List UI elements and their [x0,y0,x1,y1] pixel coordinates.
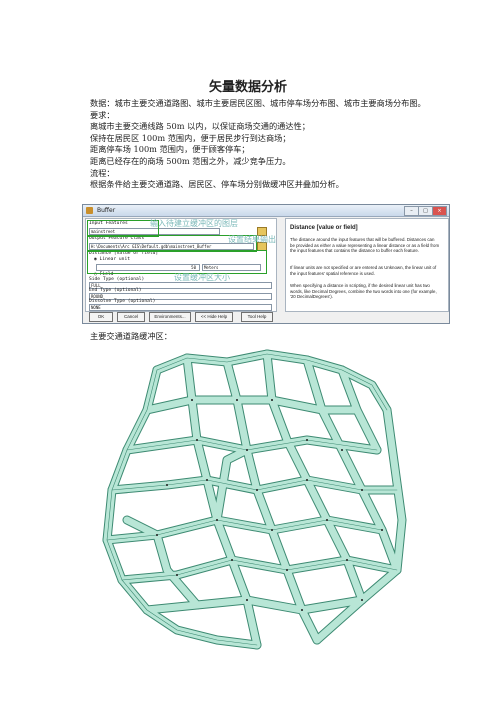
body-text: 数据：城市主要交通道路图、城市主要居民区图、城市停车场分布图、城市主要商场分布图… [90,98,450,191]
help-paragraph: When specifying a distance in scripting,… [290,283,437,300]
ok-button[interactable]: OK [89,312,113,322]
cancel-button[interactable]: Cancel [117,312,145,322]
text-line: 离城市主要交通线路 50m 以内，以保证商场交通的通达性； [90,121,310,132]
dialog-titlebar: Buffer – □ × [83,205,449,217]
text-line: 根据条件给主要交通道路、居民区、停车场分别做缓冲区并叠加分析。 [90,179,344,190]
dialog-title: Buffer [97,207,116,214]
environments-button[interactable]: Environments... [149,312,191,322]
annotation-input: 输入待建立缓冲区的图层 [150,219,238,228]
help-paragraph: The distance around the input features t… [290,237,440,254]
text-line: 数据：城市主要交通道路图、城市主要居民区图、城市停车场分布图、城市主要商场分布图… [90,98,426,108]
buffer-polygons [102,349,407,650]
road-vertex-points [156,399,383,611]
page-title: 矢量数据分析 [208,80,287,95]
close-icon[interactable]: × [432,206,447,216]
minimize-icon[interactable]: – [404,206,419,216]
text-line: 流程： [90,167,115,178]
tool-help-button[interactable]: Tool Help [241,312,273,322]
help-panel: Distance [value or field] The distance a… [285,218,449,312]
hide-help-button[interactable]: << Hide Help [195,312,233,322]
maximize-icon[interactable]: □ [418,206,433,216]
parameters-panel: Input Features mainstreet Output Feature… [85,218,277,312]
annotation-distance: 设置缓冲区大小 [174,273,230,282]
text-line: 保持在居民区 100m 范围内，便于居民步行到达商场； [90,132,291,143]
road-buffer-map [102,349,407,650]
distance-highlight-box [87,250,267,274]
tool-icon [86,207,93,214]
help-paragraph: If linear units are not specified or are… [290,265,437,276]
dissolve-type-select[interactable]: NONE [89,304,272,311]
text-line: 距离停车场 100m 范围内，便于顾客停车； [90,144,250,155]
help-title: Distance [value or field] [290,225,358,231]
buffer-dialog: Buffer – □ × Input Features mainstreet O… [82,204,450,324]
text-line: 要求： [90,109,115,120]
text-line: 距离已经存在的商场 500m 范围之外，减少竞争压力。 [90,155,291,166]
annotation-output: 设置结果输出路径 [228,235,276,244]
